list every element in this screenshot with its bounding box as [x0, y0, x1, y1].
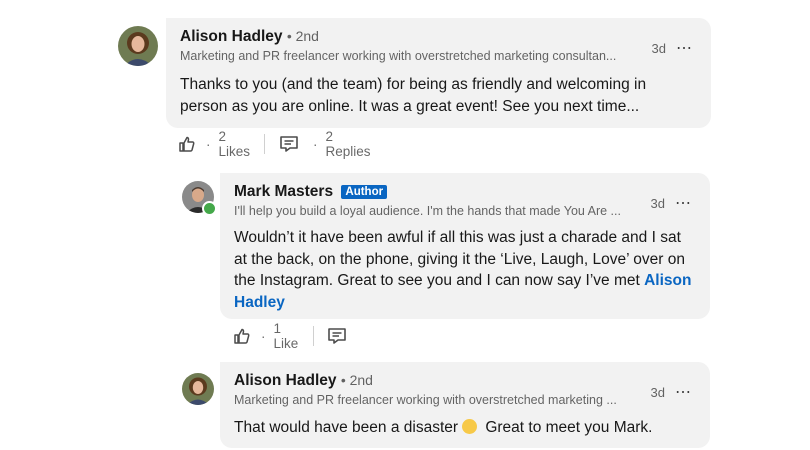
timestamp: 3d — [650, 195, 665, 211]
divider — [264, 134, 266, 154]
timestamp: 3d — [650, 384, 665, 400]
comment-meta: 3d ⋯ — [651, 382, 692, 402]
like-icon[interactable] — [233, 327, 251, 345]
comment-text: Thanks to you (and the team) for being a… — [180, 76, 647, 115]
more-options-icon[interactable]: ⋯ — [675, 193, 692, 213]
separator-dot: · — [313, 136, 318, 152]
connection-degree: • 2nd — [340, 372, 373, 388]
more-options-icon[interactable]: ⋯ — [676, 38, 693, 58]
commenter-name[interactable]: Mark Masters — [234, 183, 333, 200]
author-badge: Author — [341, 185, 388, 199]
comment-meta: 3d ⋯ — [651, 193, 692, 213]
commenter-headline: Marketing and PR freelancer working with… — [234, 393, 617, 407]
comment-actions: · 2 Likes · 2 Replies — [178, 129, 371, 159]
commenter-name[interactable]: Alison Hadley — [234, 372, 337, 389]
commenter-info: Alison Hadley • 2nd — [180, 28, 319, 46]
commenter-info: Alison Hadley • 2nd — [234, 372, 373, 390]
comment-text: That would have been a disaster Great to… — [234, 417, 694, 439]
comment-text: Wouldn’t it have been awful if all this … — [234, 227, 694, 313]
like-icon[interactable] — [178, 135, 196, 153]
avatar[interactable] — [118, 26, 158, 66]
comment-bubble: Mark Masters Author I'll help you build … — [220, 173, 710, 319]
comment-meta: 3d ⋯ — [652, 38, 693, 58]
likes-count[interactable]: 2 Likes — [219, 129, 251, 159]
avatar[interactable] — [182, 373, 214, 405]
commenter-headline: I'll help you build a loyal audience. I'… — [234, 204, 621, 218]
connection-degree: • 2nd — [286, 28, 319, 44]
comment-text-tail: Great to meet you Mark. — [485, 419, 653, 436]
commenter-name[interactable]: Alison Hadley — [180, 28, 283, 45]
comment-text-body: That would have been a disaster — [234, 419, 459, 436]
timestamp: 3d — [651, 40, 666, 56]
likes-count[interactable]: 1 Like — [274, 321, 299, 351]
separator-dot: · — [261, 328, 266, 344]
comment-actions: · 1 Like — [233, 321, 347, 351]
divider — [312, 326, 314, 346]
commenter-headline: Marketing and PR freelancer working with… — [180, 49, 617, 63]
commenter-info: Mark Masters Author — [234, 183, 388, 201]
comment-bubble: Alison Hadley • 2nd Marketing and PR fre… — [166, 18, 711, 128]
more-options-icon[interactable]: ⋯ — [675, 382, 692, 402]
comment-bubble: Alison Hadley • 2nd Marketing and PR fre… — [220, 362, 710, 448]
replies-count[interactable]: 2 Replies — [326, 129, 371, 159]
grinning-sweat-emoji-icon — [462, 419, 478, 434]
reply-icon[interactable] — [279, 135, 299, 153]
online-status-indicator — [202, 201, 217, 216]
reply-icon[interactable] — [327, 327, 347, 345]
separator-dot: · — [206, 136, 211, 152]
comment-text-body: Wouldn’t it have been awful if all this … — [234, 229, 685, 289]
